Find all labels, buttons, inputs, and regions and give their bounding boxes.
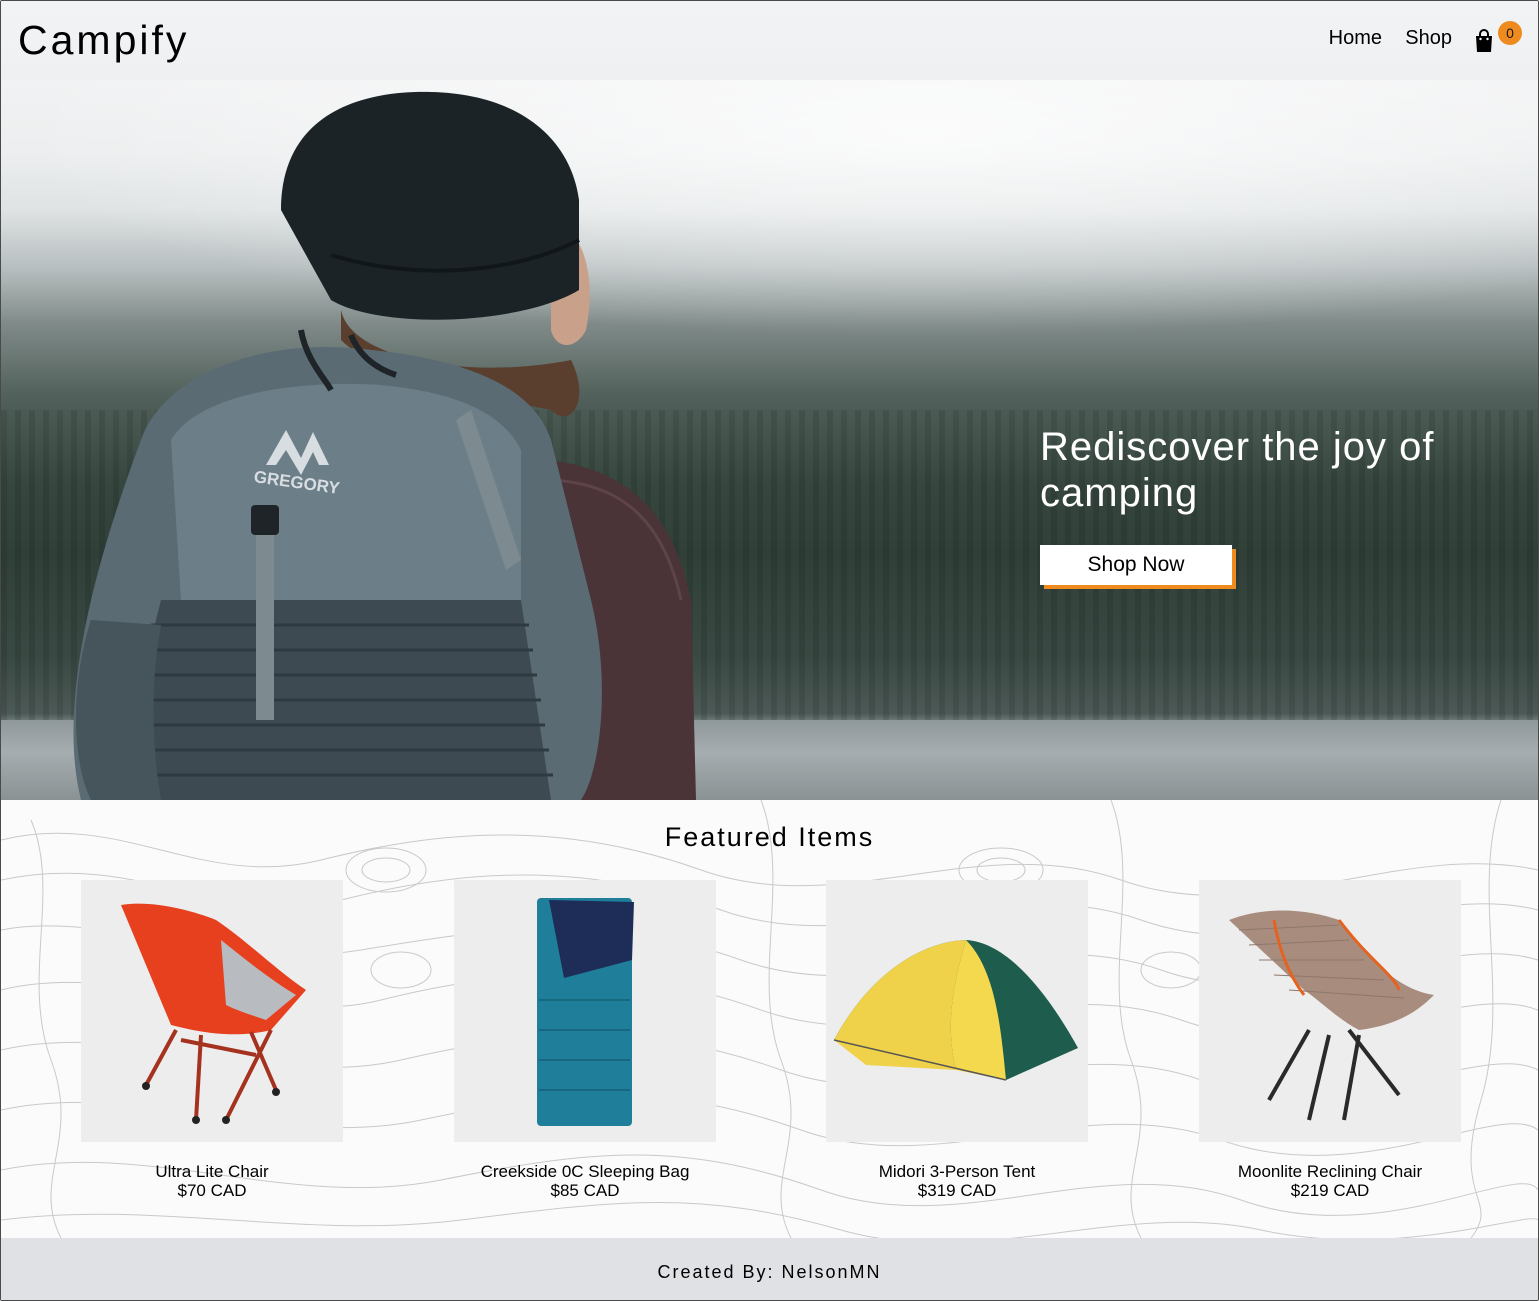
product-price: $70 CAD [177,1181,247,1200]
product-image-sleeping-bag[interactable] [454,880,716,1142]
product-name[interactable]: Ultra Lite Chair [81,1162,343,1181]
browser-frame: Campify Home Shop 0 GREGORY Rediscover t… [0,0,1539,1301]
sleeping-bag-icon [537,898,634,1126]
hiker-with-backpack-image: GREGORY [73,91,696,800]
site-logo[interactable]: Campify [18,17,189,64]
cart-count-badge: 0 [1498,21,1522,45]
product-name[interactable]: Moonlite Reclining Chair [1199,1162,1461,1181]
camp-chair-icon [121,903,306,1124]
featured-heading: Featured Items [664,822,875,852]
product-card[interactable]: Creekside 0C Sleeping Bag $85 CAD [454,880,716,1201]
product-card[interactable]: Ultra Lite Chair $70 CAD [81,880,343,1201]
product-price: $319 CAD [917,1181,997,1200]
site-header: Campify Home Shop 0 [1,1,1538,80]
product-price: $219 CAD [1290,1181,1370,1200]
product-image-reclining-chair[interactable] [1199,880,1461,1142]
hero-banner: GREGORY Rediscover the joy of camping Sh… [1,80,1538,800]
product-image-tent[interactable] [826,880,1088,1142]
tent-icon [833,940,1078,1081]
shop-now-button[interactable]: Shop Now [1040,545,1232,585]
nav-home-link[interactable]: Home [1329,27,1382,50]
product-card[interactable]: Midori 3-Person Tent $319 CAD [826,880,1088,1201]
product-name[interactable]: Creekside 0C Sleeping Bag [454,1162,716,1181]
reclining-chair-icon [1229,910,1434,1121]
product-name[interactable]: Midori 3-Person Tent [826,1162,1088,1181]
product-card[interactable]: Moonlite Reclining Chair $219 CAD [1199,880,1461,1201]
nav-shop-link[interactable]: Shop [1405,27,1452,50]
hero-headline: Rediscover the joy of camping [1040,425,1435,515]
shopping-bag-icon [1476,29,1492,52]
site-footer: Created By: NelsonMN [1,1238,1538,1300]
featured-section: Featured Items Ultra Lite Chair $70 CAD … [1,800,1538,1238]
product-price: $85 CAD [550,1181,620,1200]
product-image-chair[interactable] [81,880,343,1142]
footer-credit: Created By: NelsonMN [657,1262,882,1282]
cart-button[interactable] [1474,27,1496,53]
